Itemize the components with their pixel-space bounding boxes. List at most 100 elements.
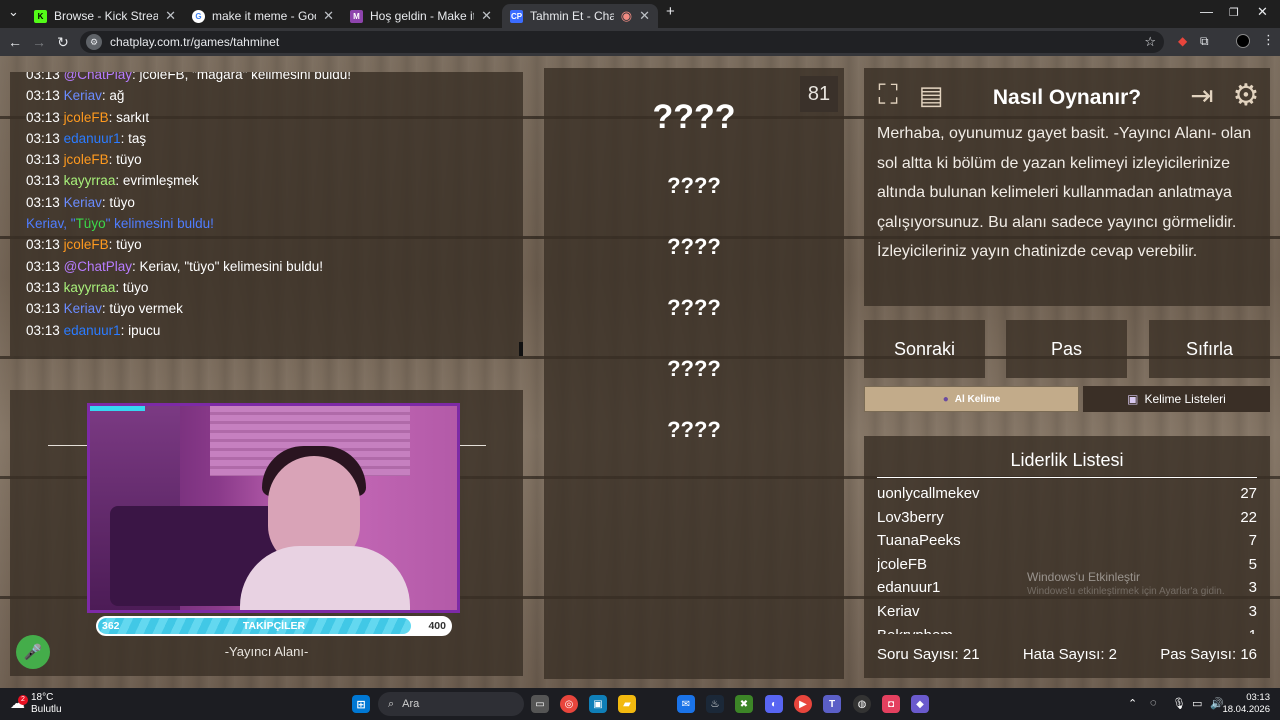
get-word-button[interactable]: ● Al Kelime xyxy=(864,386,1079,412)
chat-text: : tüyo xyxy=(108,237,142,253)
chat-username[interactable]: jcoleFB xyxy=(64,152,109,167)
chat-username[interactable]: kayyrraa xyxy=(64,173,116,188)
exit-icon[interactable]: ⇥ xyxy=(1184,78,1220,112)
taskbar-search[interactable]: ⌕ Ara xyxy=(378,692,524,716)
streamer-area-label: -Yayıncı Alanı- xyxy=(224,644,309,659)
webcam-feed xyxy=(87,403,460,613)
network-icon[interactable]: ▭ xyxy=(1192,697,1202,710)
get-word-label: Al Kelime xyxy=(954,393,1001,405)
player-name: Keriav xyxy=(877,602,920,620)
chat-timestamp: 03:13 xyxy=(26,322,60,338)
bookmark-star-icon[interactable]: ☆ xyxy=(1144,34,1156,50)
activation-watermark: Windows'u Etkinleştir xyxy=(1027,570,1140,584)
chat-username[interactable]: @ChatPlay xyxy=(64,72,132,82)
forward-icon[interactable]: → xyxy=(27,34,51,50)
close-tab-icon[interactable]: ✕ xyxy=(639,8,650,24)
chat-message: 03:13 edanuur1: taş xyxy=(26,128,523,149)
chat-timestamp: 03:13 xyxy=(26,301,60,317)
error-count: Hata Sayısı: 2 xyxy=(1022,646,1118,663)
chat-text: : taş xyxy=(120,130,147,146)
chat-scrollbar[interactable] xyxy=(519,342,523,356)
tab-title: Hoş geldin - Make it Meme xyxy=(370,9,474,23)
settings-gear-icon[interactable]: ⚙ xyxy=(1228,78,1264,112)
close-tab-icon[interactable]: ✕ xyxy=(165,8,176,24)
profile-avatar[interactable] xyxy=(1236,34,1250,48)
back-icon[interactable]: ← xyxy=(3,34,27,50)
player-score: 3 xyxy=(1248,602,1257,620)
app-icon[interactable]: ▣ xyxy=(589,695,607,713)
chat-message: 03:13 edanuur1: ipucu xyxy=(26,320,523,341)
tray-chevron-icon[interactable]: ⌃ xyxy=(1128,697,1137,710)
url-text: chatplay.com.tr/games/tahminet xyxy=(110,35,280,49)
discord-icon[interactable]: ◐ xyxy=(765,695,783,713)
chat-username[interactable]: Keriav xyxy=(64,88,102,103)
start-windows-icon[interactable]: ⊞ xyxy=(352,695,370,713)
reload-icon[interactable]: ↻ xyxy=(51,34,75,51)
next-button[interactable]: Sonraki xyxy=(864,320,985,378)
xbox-icon[interactable]: ✖ xyxy=(735,695,753,713)
chat-timestamp: 03:13 xyxy=(26,279,60,295)
address-bar[interactable]: ⚙ chatplay.com.tr/games/tahminet ☆ xyxy=(80,31,1164,53)
player-score: 27 xyxy=(1240,485,1257,502)
file-explorer-icon[interactable]: ▰ xyxy=(618,695,636,713)
chat-username[interactable]: kayyrraa xyxy=(64,280,116,295)
reset-button[interactable]: Sıfırla xyxy=(1149,320,1270,378)
browser-toolbar: ← → ↻ ⚙ chatplay.com.tr/games/tahminet ☆… xyxy=(0,28,1280,56)
chat-message: 03:13 kayyrraa: tüyo xyxy=(26,277,523,298)
site-info-icon[interactable]: ⚙ xyxy=(86,34,102,50)
player-score: 5 xyxy=(1248,555,1257,573)
extensions-puzzle-icon[interactable]: ⧉ xyxy=(1200,34,1209,49)
tab-kick[interactable]: K Browse - Kick Streaming ✕ xyxy=(26,4,184,28)
player-name: Bekrvphem xyxy=(877,624,953,634)
close-tab-icon[interactable]: ✕ xyxy=(323,8,334,24)
word-panel: ???? ???? ???? ???? ???? ???? 81 xyxy=(544,68,844,679)
new-tab-icon[interactable]: + xyxy=(666,3,675,20)
tab-make-it-meme[interactable]: M Hoş geldin - Make it Meme ✕ xyxy=(342,4,500,28)
chat-username[interactable]: jcoleFB xyxy=(64,110,109,125)
system-text: Keriav, " xyxy=(26,216,76,232)
chat-username[interactable]: edanuur1 xyxy=(64,323,121,338)
tab-search-icon[interactable]: ⌄ xyxy=(8,4,19,20)
maximize-icon[interactable]: ❐ xyxy=(1229,6,1239,19)
teams-icon[interactable]: T xyxy=(823,695,841,713)
extension-icon[interactable]: ◆ xyxy=(1178,34,1187,48)
chat-username[interactable]: jcoleFB xyxy=(64,237,109,252)
github-icon[interactable]: ◍ xyxy=(853,695,871,713)
clock[interactable]: 03:13 18.04.2026 xyxy=(1222,692,1270,716)
leaderboard-row: Lov3berry 22 xyxy=(877,506,1257,530)
close-window-icon[interactable]: ✕ xyxy=(1257,4,1268,20)
chat-username[interactable]: edanuur1 xyxy=(64,131,121,146)
countdown-timer: 81 xyxy=(800,76,838,112)
media-player-icon[interactable]: ▶ xyxy=(794,695,812,713)
close-tab-icon[interactable]: ✕ xyxy=(481,8,492,24)
steam-icon[interactable]: ♨ xyxy=(706,695,724,713)
tab-google[interactable]: G make it meme - Google'da Ara ✕ xyxy=(184,4,342,28)
cloud-icon: ☁ 2 xyxy=(10,695,28,711)
task-view-icon[interactable]: ▭ xyxy=(531,695,549,713)
microphone-tray-icon[interactable]: 🎙 xyxy=(1172,697,1186,710)
forbidden-word: ???? xyxy=(667,295,721,320)
chat-username[interactable]: Keriav xyxy=(64,195,102,210)
word-lists-button[interactable]: ▣ Kelime Listeleri xyxy=(1083,386,1270,412)
chat-message: 03:13 Keriav: tüyo xyxy=(26,192,523,213)
leaderboard-row: uonlycallmekev 27 xyxy=(877,482,1257,506)
chat-username[interactable]: @ChatPlay xyxy=(64,259,132,274)
instagram-icon[interactable]: ◘ xyxy=(882,695,900,713)
browser-tab-bar: ⌄ K Browse - Kick Streaming ✕ G make it … xyxy=(0,0,1280,28)
minimize-icon[interactable]: — xyxy=(1200,4,1213,19)
microphone-button[interactable]: 🎤 xyxy=(16,635,50,669)
tab-chatplay[interactable]: CP Tahmin Et - ChatPlay ◉ ✕ xyxy=(502,4,658,28)
app-icon[interactable]: ◆ xyxy=(911,695,929,713)
weather-widget[interactable]: ☁ 2 18°C Bulutlu xyxy=(10,692,62,716)
leaderboard-panel: Liderlik Listesi uonlycallmekev 27 Lov3ber… xyxy=(864,436,1270,678)
how-to-play-text: Merhaba, oyunumuz gayet basit. -Yayıncı … xyxy=(877,125,1252,261)
chat-username[interactable]: Keriav xyxy=(64,301,102,316)
menu-kebab-icon[interactable]: ⋮ xyxy=(1262,32,1275,48)
tray-app-icon[interactable]: ◌ xyxy=(1150,697,1157,709)
mail-icon[interactable]: ✉ xyxy=(677,695,695,713)
pass-button[interactable]: Pas xyxy=(1006,320,1127,378)
chat-text: : tüyo xyxy=(115,279,149,295)
leaderboard-list[interactable]: uonlycallmekev 27 Lov3berry 22 TuanaPeeks 7 jc… xyxy=(877,482,1257,634)
follower-goal-value: 400 xyxy=(428,620,446,632)
chrome-icon[interactable]: ◎ xyxy=(560,695,578,713)
